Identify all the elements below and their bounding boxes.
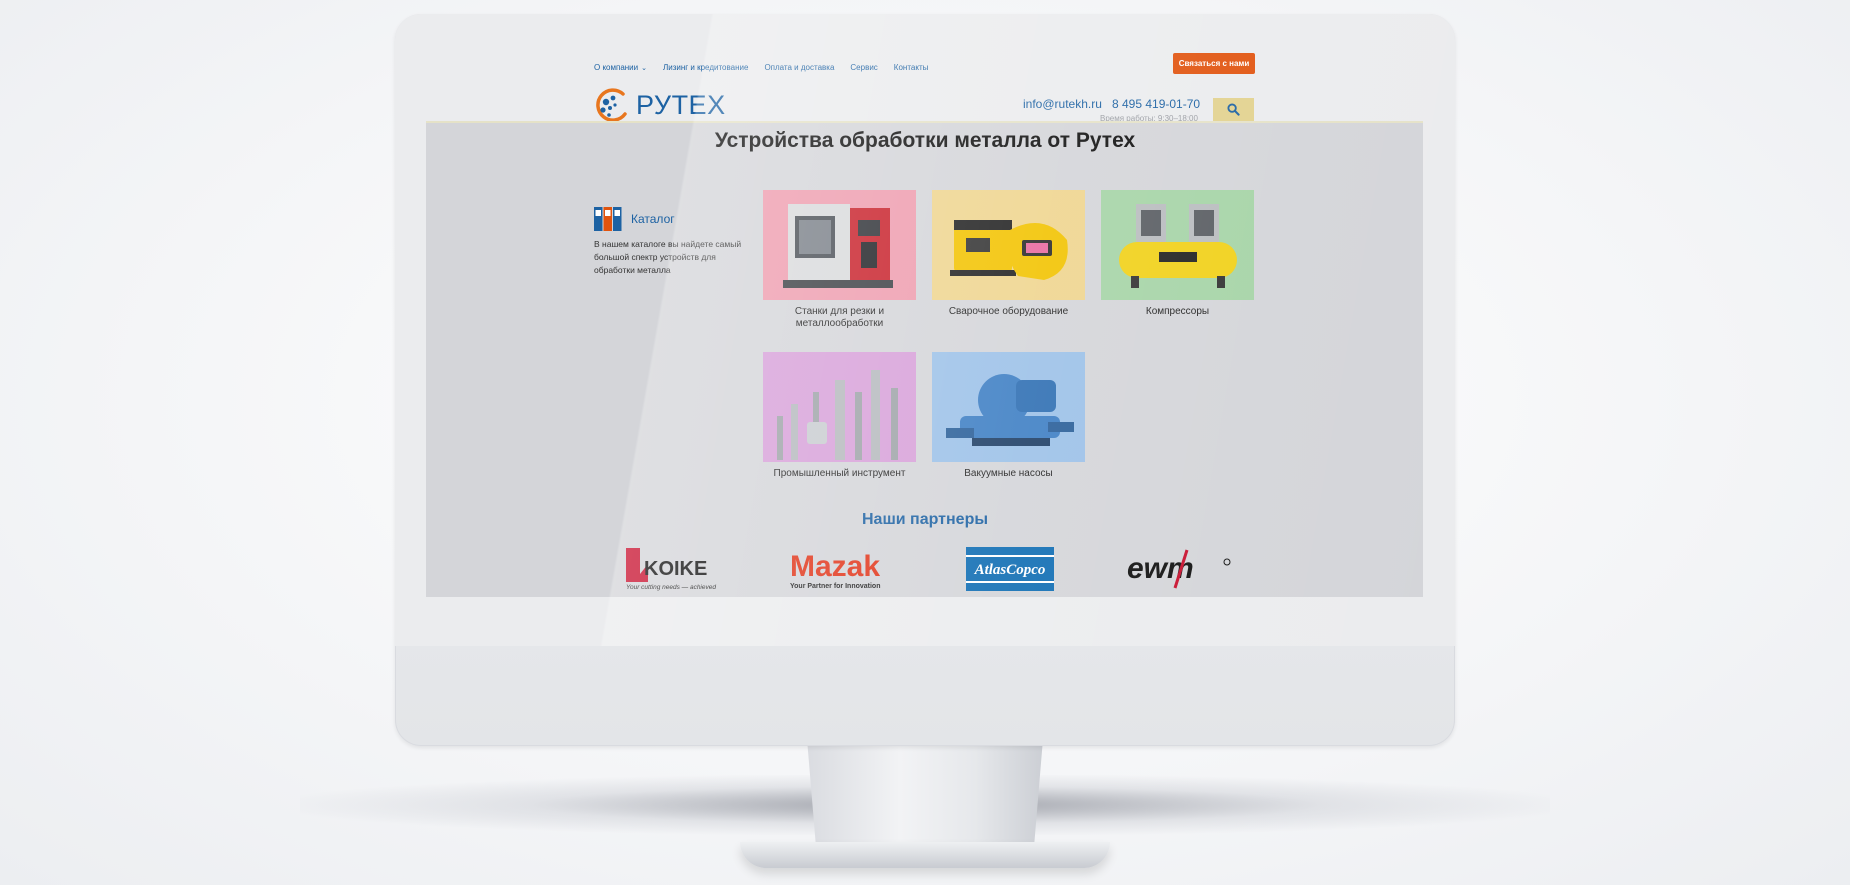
nav-item-label: О компании (594, 63, 639, 72)
category-card-compressors[interactable]: Компрессоры (1101, 190, 1254, 318)
cnc-machine-image (763, 190, 916, 300)
catalog-binders-icon (594, 207, 622, 231)
site-logo[interactable]: РУТЕХ (594, 88, 726, 122)
vacuum-pump-image (932, 352, 1085, 462)
partner-logo-koike[interactable]: KOIKE Your cutting needs — achieved (624, 545, 722, 593)
mazak-wordmark: Mazak (790, 550, 880, 583)
monitor-stand-base (740, 842, 1110, 868)
nav-item-leasing[interactable]: Лизинг и кредитование (663, 63, 748, 72)
koike-tagline: Your cutting needs — achieved (626, 584, 716, 591)
contact-us-button[interactable]: Связаться с нами (1173, 53, 1255, 74)
category-card-welding[interactable]: Сварочное оборудование (932, 190, 1085, 318)
industrial-tools-image (763, 352, 916, 462)
logo-emblem-icon (596, 88, 627, 122)
page-title: Устройства обработки металла от Рутех (714, 129, 1136, 152)
category-label: Вакуумные насосы (964, 468, 1053, 479)
welding-equipment-image (932, 190, 1085, 300)
koike-wordmark: KOIKE (644, 558, 707, 580)
partner-logo-mazak[interactable]: Mazak Your Partner for Innovation (790, 545, 894, 593)
nav-item-about[interactable]: О компании ⌄ (594, 63, 647, 72)
nav-item-contacts[interactable]: Контакты (894, 63, 929, 72)
partner-logo-ewm[interactable]: ewm (1127, 545, 1231, 593)
category-label: Станки для резки и металлообработки (794, 306, 885, 329)
catalog-title: Каталог (631, 212, 675, 226)
compressor-image (1101, 190, 1254, 300)
logo-text: РУТЕХ (636, 89, 726, 120)
category-label: Компрессоры (1145, 306, 1210, 317)
header-phone[interactable]: 8 495 419-01-70 (1112, 97, 1200, 111)
partners-title: Наши партнеры (861, 511, 989, 528)
mazak-tagline: Your Partner for Innovation (790, 583, 881, 590)
chevron-down-icon: ⌄ (641, 65, 647, 72)
search-icon (1227, 103, 1240, 116)
category-label: Промышленный инструмент (773, 468, 906, 479)
monitor-screen: О компании ⌄ Лизинг и кредитование Оплата… (395, 14, 1455, 646)
category-card-vacuum-pumps[interactable]: Вакуумные насосы (932, 352, 1085, 480)
search-button[interactable] (1213, 98, 1254, 121)
nav-item-service[interactable]: Сервис (850, 63, 877, 72)
category-card-machines[interactable]: Станки для резки и металлообработки (763, 190, 916, 330)
catalog-heading[interactable]: Каталог (594, 207, 675, 231)
header-email[interactable]: info@rutekh.ru (1023, 97, 1102, 111)
catalog-description: В нашем каталоге вы найдете самый большо… (594, 239, 742, 275)
partner-logo-atlascopco[interactable]: AtlasCopco (966, 545, 1054, 593)
category-label: Сварочное оборудование (948, 306, 1069, 317)
category-card-tools[interactable]: Промышленный инструмент (763, 352, 916, 480)
top-navigation: О компании ⌄ Лизинг и кредитование Оплата… (594, 63, 928, 72)
nav-item-payment[interactable]: Оплата и доставка (764, 63, 834, 72)
atlascopco-wordmark: AtlasCopco (974, 562, 1046, 578)
